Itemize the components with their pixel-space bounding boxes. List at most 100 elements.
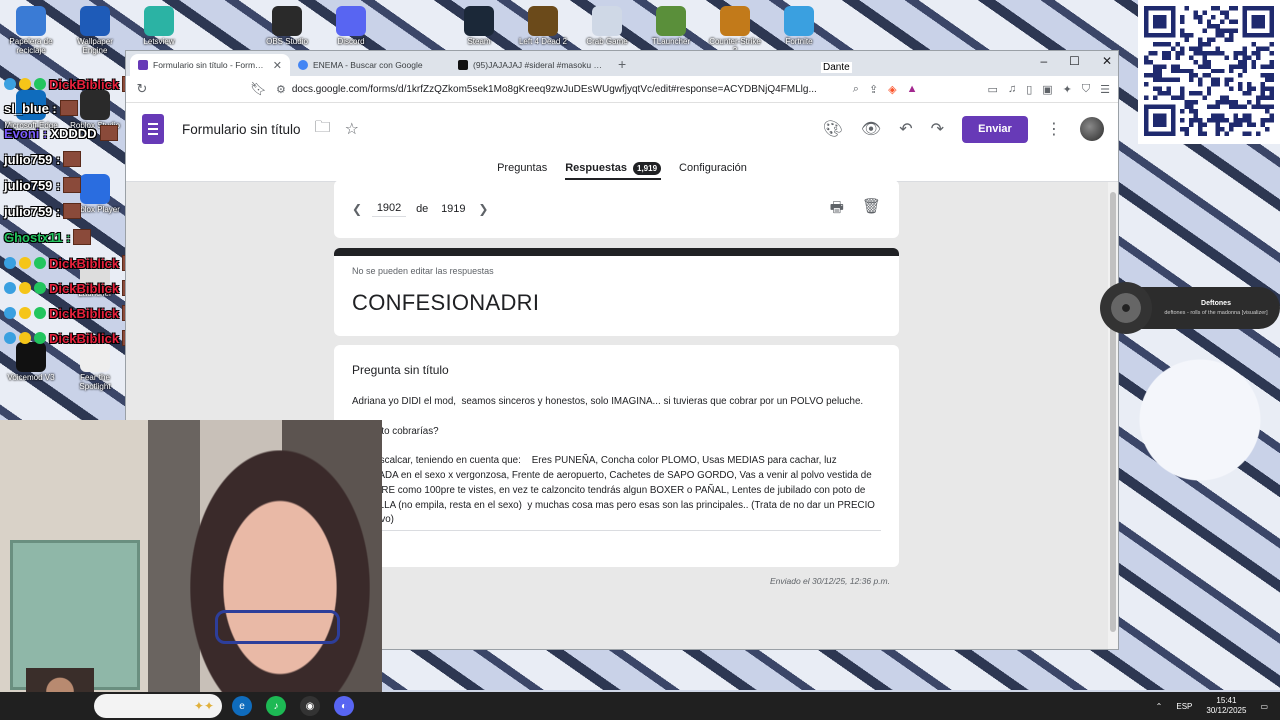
vpn-icon[interactable]: ⛉ [1082,83,1090,96]
scrollbar[interactable] [1108,182,1118,649]
chat-badge-icon [4,332,16,344]
wallet-icon[interactable]: ▣ [1042,83,1052,96]
new-tab-icon[interactable]: + [610,56,634,76]
chat-message: sl_blue : [4,100,78,116]
response-navigation-card: ❮ 1902 de 1919 ❯ 🖶︎ 🗑︎ [334,180,899,238]
chat-message: julio759 : [4,151,82,167]
media-icon[interactable]: ♫ [1008,83,1016,95]
obs-icon[interactable]: ◉ [300,696,320,716]
desktop-icon[interactable]: OBS Studio [259,6,315,47]
chat-badge-icon [34,78,46,90]
desktop-icon[interactable]: Discord [323,6,379,47]
desktop-icon-label: Steam [467,37,491,46]
desktop-icon[interactable]: Letsview [131,6,187,47]
chat-message: DickBiblick [4,330,141,346]
desktop-icon[interactable]: Steam [451,6,507,47]
tab-label: Configuración [679,162,747,174]
redo-icon[interactable]: ↷ [931,119,944,139]
tab-preguntas[interactable]: Preguntas [497,155,547,181]
chat-message: Evoni : XDDDD [4,125,118,141]
form-title[interactable]: Formulario sin título [182,122,301,137]
taskbar-apps: e ♪ ◉ ◐ [232,696,354,716]
edge-icon[interactable]: e [232,696,252,716]
star-icon[interactable]: ☆ [345,119,359,139]
desktop-icon[interactable]: Counter-Strike 2 [707,6,763,56]
question-card: Pregunta sin título Adriana yo DIDI el m… [334,345,899,567]
folder-icon[interactable]: 🗀︎ [315,116,331,143]
chat-badge-icon [34,257,46,269]
close-window-icon[interactable]: ✕ [1102,54,1112,68]
discord-icon[interactable]: ◐ [334,696,354,716]
tab-title: (95)JAJAJAJ #sideral #masoku #pa [473,60,602,70]
chat-badge-icon [4,257,16,269]
clock[interactable]: 15:41 30/12/2025 [1206,696,1246,717]
app-icon [720,6,750,36]
spotify-icon[interactable]: ♪ [266,696,286,716]
menu-icon[interactable]: ☰ [1100,83,1110,96]
of-label: de [416,203,429,215]
chat-username: DickBiblick [49,280,120,296]
more-options-icon[interactable]: ⋮ [1046,119,1062,139]
forms-header: Formulario sin título 🗀︎ ☆ 🎨︎ 👁︎ ↶ ↷ Env… [126,103,1118,155]
language-indicator[interactable]: ESP [1176,702,1192,711]
tab-tiktok[interactable]: (95)JAJAJAJ #sideral #masoku #pa [450,54,610,76]
close-tab-icon[interactable]: ✕ [273,59,282,72]
no-edit-notice: No se pueden editar las respuestas [352,266,494,276]
minimize-icon[interactable]: – [1040,54,1047,68]
print-icon[interactable]: 🖶︎ [830,197,844,222]
sidebar-icon[interactable]: ▯ [1026,83,1032,96]
chat-username: DickBiblick [49,330,120,346]
clock-time: 15:41 [1216,695,1237,705]
chat-message: DickBiblick [4,305,141,321]
preview-eye-icon[interactable]: 👁︎ [861,119,881,139]
tab-respuestas[interactable]: Respuestas 1,919 [565,155,662,181]
previous-response-icon[interactable]: ❮ [352,202,362,216]
desktop-icon-label: OBS Studio [266,37,308,46]
taskbar-search[interactable]: ✦✦ [94,694,222,718]
chat-username: julio759 : [4,151,61,167]
current-response-input[interactable]: 1902 [372,202,407,217]
desktop-icon-label: Crab Game [586,37,628,46]
tab-google-search[interactable]: ENEMA - Buscar con Google [290,54,450,76]
zoom-icon[interactable]: ⌕ [853,83,859,96]
desktop-icon[interactable]: Papelera de reciclaje [3,6,59,56]
share-icon[interactable]: ⇪ [869,83,878,96]
maximize-icon[interactable]: ☐ [1069,54,1080,68]
total-responses: 1919 [441,203,466,215]
next-response-icon[interactable]: ❯ [478,202,488,216]
avatar[interactable] [1080,117,1104,141]
reload-icon[interactable]: ↻ [134,81,150,97]
app-icon [528,6,558,36]
tab-configuracion[interactable]: Configuración [679,155,747,181]
delete-icon[interactable]: 🗑︎ [862,197,881,222]
cast-icon[interactable]: ▭ [988,83,998,96]
brave-rewards-icon[interactable]: ▲ [907,83,918,95]
chat-username: Ghostx11 : [4,229,71,245]
scrollbar-thumb[interactable] [1110,192,1116,632]
palette-icon[interactable]: 🎨︎ [823,119,843,139]
send-button[interactable]: Enviar [962,115,1028,143]
desktop-icon[interactable]: Left 4 Dead 2 [515,6,571,47]
app-icon [336,6,366,36]
desktop-icon-label: Voicemod V3 [7,373,55,382]
desktop-icon[interactable]: TLauncher [643,6,699,47]
site-info-icon[interactable]: ⚙ [276,83,286,96]
profile-image-alt-text: Dante [821,62,852,73]
undo-icon[interactable]: ↶ [899,119,912,139]
chevron-up-icon[interactable]: ⌃ [1156,702,1163,711]
address-bar[interactable]: ⚙ docs.google.com/forms/d/1krfZzQZkom5se… [276,83,843,96]
desktop-icon[interactable]: Crab Game [579,6,635,47]
bookmark-icon[interactable]: 🔖︎ [250,81,267,97]
desktop-icon[interactable]: Wallpaper Engine [67,6,123,56]
desktop-icon[interactable]: Fear the Spotlight [67,342,123,392]
extensions-icon[interactable]: ✦ [1063,83,1072,96]
desktop-icon[interactable]: Voicemod V3 [3,342,59,383]
brave-shield-icon[interactable]: ◈ [888,83,896,96]
extensions-row: ⌕ ⇪ ◈ ▲ ▭ ♫ ▯ ▣ ✦ ⛉ ☰ [853,83,1110,96]
chat-badge-icon [4,282,16,294]
google-forms-logo-icon[interactable] [142,114,164,144]
desktop-icon[interactable]: Fortnite [771,6,827,47]
tab-forms[interactable]: Formulario sin título - Formulario ✕ [130,54,290,76]
notification-icon[interactable]: ▭ [1260,702,1268,711]
chat-badge-icon [19,78,31,90]
